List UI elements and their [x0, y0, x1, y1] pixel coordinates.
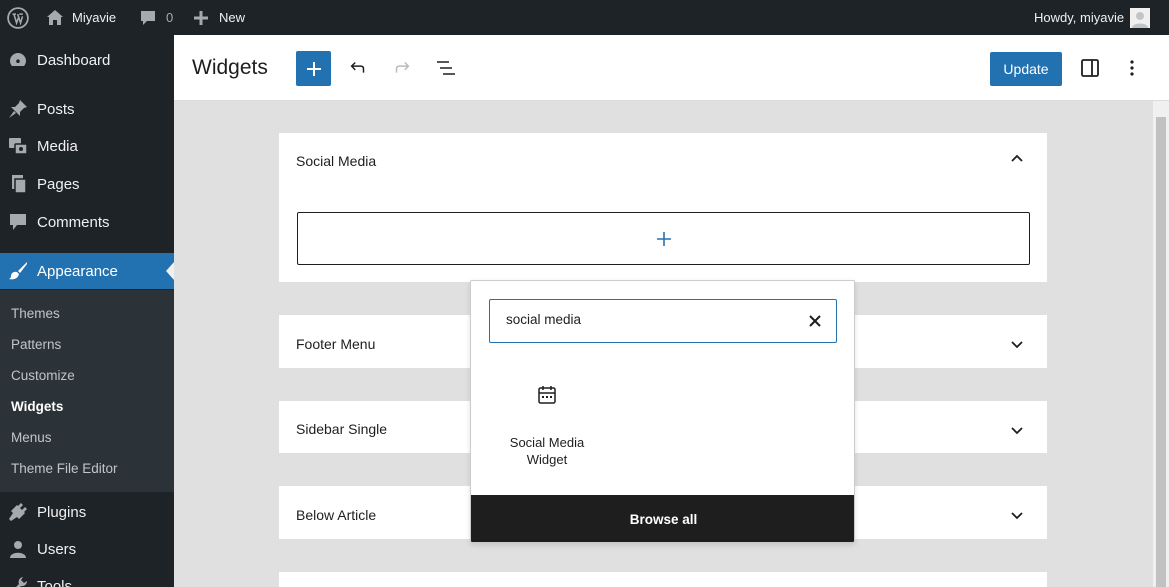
comment-icon — [8, 212, 28, 232]
redo-button[interactable] — [390, 56, 414, 80]
block-search-input[interactable] — [506, 312, 786, 327]
sidebar-item-posts[interactable]: Posts — [0, 91, 174, 127]
sidebar-item-label: Users — [37, 540, 77, 558]
undo-button[interactable] — [346, 56, 370, 80]
pages-icon — [8, 174, 28, 194]
canvas-scrollbar[interactable] — [1153, 101, 1169, 587]
sidebar-item-pages[interactable]: Pages — [0, 166, 174, 202]
undo-icon — [350, 61, 365, 73]
sidebar-item-label: Media — [37, 137, 78, 155]
appearance-submenu: Themes Patterns Customize Widgets Menus … — [0, 290, 174, 492]
chevron-down-icon — [1011, 512, 1023, 520]
comments-link[interactable]: 0 — [139, 0, 173, 35]
sidebar-item-label: Comments — [37, 213, 110, 231]
calendar-icon — [538, 386, 556, 404]
sidebar-item-comments[interactable]: Comments — [0, 204, 174, 240]
new-label: New — [219, 10, 246, 25]
chevron-down-icon — [1011, 341, 1023, 349]
sidebar-item-appearance[interactable]: Appearance — [0, 253, 174, 289]
list-view-icon — [437, 61, 455, 75]
comments-count: 0 — [166, 10, 174, 25]
widget-area-title: Footer Menu — [296, 336, 376, 352]
current-menu-arrow — [166, 262, 174, 280]
plus-icon — [656, 231, 671, 246]
admin-bar: Miyavie 0 New Howdy, miyavie — [0, 0, 1169, 35]
page-title: Widgets — [192, 56, 268, 79]
widget-area-title[interactable]: Social Media — [296, 153, 376, 169]
scrollbar-thumb[interactable] — [1156, 117, 1166, 587]
add-block-button[interactable] — [296, 51, 331, 86]
users-icon — [8, 539, 28, 559]
tools-icon — [8, 576, 28, 587]
chevron-up-icon[interactable] — [1009, 151, 1025, 167]
widget-area-social-media: Social Media — [278, 132, 1048, 283]
submenu-item-themes[interactable]: Themes — [11, 306, 60, 321]
plus-icon — [306, 61, 321, 76]
submenu-item-patterns[interactable]: Patterns — [11, 337, 61, 352]
submenu-item-theme-file-editor[interactable]: Theme File Editor — [11, 461, 118, 476]
chevron-down-icon — [1011, 427, 1023, 435]
list-view-button[interactable] — [434, 56, 458, 80]
comment-bubble-icon — [139, 9, 157, 26]
site-name: Miyavie — [72, 10, 117, 25]
plus-icon — [193, 10, 209, 26]
wordpress-logo-icon[interactable] — [7, 0, 29, 35]
home-icon — [46, 9, 64, 26]
submenu-item-menus[interactable]: Menus — [11, 430, 52, 445]
new-content-link[interactable]: New — [193, 0, 245, 35]
sidebar-item-dashboard[interactable]: Dashboard — [0, 42, 174, 78]
sidebar-panel-icon — [1081, 59, 1099, 77]
widget-area-title: Below Article — [296, 507, 377, 523]
sidebar-item-media[interactable]: Media — [0, 128, 174, 164]
sidebar-item-label: Plugins — [37, 503, 87, 521]
sidebar-item-label: Tools — [37, 577, 73, 587]
paintbrush-icon — [8, 261, 28, 281]
media-icon — [8, 136, 28, 156]
avatar — [1130, 7, 1151, 28]
submenu-item-widgets[interactable]: Widgets — [11, 399, 63, 414]
options-menu-button[interactable] — [1122, 56, 1142, 80]
sidebar-item-plugins[interactable]: Plugins — [0, 494, 174, 530]
plugin-icon — [8, 502, 28, 522]
sidebar-item-label: Dashboard — [37, 51, 111, 69]
site-name-link[interactable]: Miyavie — [46, 0, 116, 35]
more-vertical-icon — [1130, 60, 1134, 76]
dashboard-icon — [8, 50, 28, 70]
close-icon — [809, 315, 821, 327]
update-button[interactable]: Update — [990, 52, 1062, 86]
sidebar-item-label: Pages — [37, 175, 80, 193]
browse-all-button[interactable]: Browse all — [471, 495, 854, 542]
sidebar-item-tools[interactable]: Tools — [0, 568, 174, 587]
redo-icon — [395, 61, 410, 73]
clear-search-button[interactable] — [806, 312, 824, 330]
block-search-field[interactable] — [489, 299, 837, 343]
howdy-text: Howdy, miyavie — [1034, 10, 1125, 25]
widget-area-title: Sidebar Single — [296, 421, 388, 437]
sidebar-item-label: Appearance — [37, 262, 118, 280]
widget-area-next[interactable] — [278, 571, 1048, 587]
submenu-item-customize[interactable]: Customize — [11, 368, 75, 383]
block-result-label: Social Media Widget — [509, 435, 585, 467]
my-account-link[interactable]: Howdy, miyavie — [1034, 0, 1151, 35]
settings-sidebar-toggle[interactable] — [1078, 56, 1102, 80]
block-appender-button[interactable] — [297, 212, 1030, 265]
pin-icon — [8, 99, 28, 119]
sidebar-item-label: Posts — [37, 100, 75, 118]
editor-header: Widgets Update — [174, 35, 1169, 101]
block-inserter-popover: Social Media Widget Browse all — [470, 280, 855, 543]
admin-sidebar: Dashboard Posts Media Pages Comments App… — [0, 35, 174, 587]
sidebar-item-users[interactable]: Users — [0, 531, 174, 567]
block-result-social-media-widget[interactable]: Social Media Widget — [505, 381, 589, 471]
